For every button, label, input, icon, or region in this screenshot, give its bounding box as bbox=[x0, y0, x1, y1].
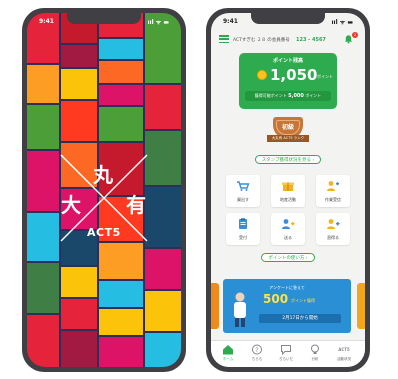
user-plus-icon bbox=[282, 219, 295, 229]
tab-analysis[interactable]: 分析 bbox=[302, 344, 328, 364]
phone-frame-splash: 丸 大 有 ACT5 9:41 ııl ᯤ ▬ bbox=[22, 8, 186, 372]
member-label: ACTすぎむ ２８ の会員番号 bbox=[233, 38, 290, 43]
points-available-unit: ポイント bbox=[305, 93, 322, 98]
hamburger-menu-icon[interactable] bbox=[219, 35, 229, 44]
logo-char-yu: 有 bbox=[126, 193, 146, 217]
tile-5[interactable]: 習得る bbox=[316, 213, 350, 245]
status-time: 9:41 bbox=[39, 18, 54, 25]
tab-label: ちらも bbox=[251, 357, 263, 361]
person-icon bbox=[327, 181, 339, 191]
notification-badge: 2 bbox=[352, 32, 358, 38]
tab-label: ホーム bbox=[222, 357, 234, 361]
svg-text:?: ? bbox=[255, 347, 258, 354]
act5-icon: ACT5 bbox=[338, 347, 350, 352]
banner-line1: アンケートに答えて bbox=[269, 285, 305, 290]
tab-home[interactable]: ホーム bbox=[215, 344, 241, 364]
tab-activity[interactable]: ACT5 活動状況 bbox=[331, 344, 357, 364]
bottom-tab-bar: ホーム ? ちらも ちらいだ 分析 ACT5 活動状況 bbox=[211, 340, 365, 367]
gift-icon bbox=[282, 182, 294, 191]
tab-chat[interactable]: ちらいだ bbox=[273, 344, 299, 364]
tab-label: ちらいだ bbox=[279, 357, 293, 361]
banner-next[interactable] bbox=[357, 283, 365, 329]
rank-ribbon: 大丸有 ACT5 ランク bbox=[267, 135, 309, 142]
rank-badge[interactable]: 初級 大丸有 ACT5 ランク bbox=[267, 117, 309, 147]
tile-label: 作業受信 bbox=[325, 197, 341, 202]
member-number: 123 - 4567 bbox=[296, 36, 326, 43]
points-available-value: 5,000 bbox=[288, 93, 304, 99]
chat-icon bbox=[281, 345, 291, 355]
tile-label: 送る bbox=[284, 235, 292, 240]
logo-wordmark: ACT5 bbox=[87, 226, 121, 239]
points-usage-link[interactable]: ポイントの使い方 › bbox=[261, 253, 315, 262]
points-title: ポイント残高 bbox=[272, 58, 303, 64]
coin-icon bbox=[257, 70, 267, 80]
banner-survey[interactable]: アンケートに答えて 500 ポイント獲得 2月17日から開始 bbox=[223, 279, 351, 333]
logo-char-maru: 丸 bbox=[93, 163, 113, 187]
action-grid: 買出す 地産活動 作業受信 受付 送る 習得る bbox=[226, 175, 350, 247]
points-balance-card[interactable]: ポイント残高 1,050 ポイント 獲得可能ポイント 5,000 ポイント bbox=[239, 53, 337, 109]
banner-date: 2月17日から開始 bbox=[259, 314, 341, 323]
stamp-status-link[interactable]: スタンプ獲得状況を見る › bbox=[255, 155, 321, 164]
notch bbox=[67, 13, 141, 24]
tile-4[interactable]: 送る bbox=[271, 213, 305, 245]
home-icon bbox=[223, 345, 233, 355]
tab-label: 分析 bbox=[311, 357, 319, 361]
tile-0[interactable]: 買出す bbox=[226, 175, 260, 207]
tile-2[interactable]: 作業受信 bbox=[316, 175, 350, 207]
points-available-label: 獲得可能ポイント bbox=[254, 93, 287, 98]
banner-points: 500 bbox=[263, 292, 289, 306]
tile-label: 習得る bbox=[327, 235, 339, 240]
status-icons: ııl ᯤ ▬ bbox=[147, 19, 170, 26]
points-unit: ポイント bbox=[317, 74, 333, 79]
banner-points-unit: ポイント獲得 bbox=[291, 298, 315, 303]
tile-3[interactable]: 受付 bbox=[226, 213, 260, 245]
tile-label: 地産活動 bbox=[280, 197, 296, 202]
person-illustration-icon bbox=[234, 292, 246, 327]
splash-screen: 丸 大 有 ACT5 9:41 ııl ᯤ ▬ bbox=[27, 13, 181, 367]
rank-label: 初級 bbox=[281, 124, 294, 131]
tab-label: 活動状況 bbox=[337, 357, 351, 361]
splash-logo: 丸 大 有 ACT5 bbox=[27, 13, 181, 367]
notch bbox=[251, 13, 325, 24]
tile-1[interactable]: 地産活動 bbox=[271, 175, 305, 207]
logo-char-dai: 大 bbox=[61, 193, 81, 217]
top-bar: ACTすぎむ ２８ の会員番号 123 - 4567 2 bbox=[211, 31, 365, 49]
tab-help[interactable]: ? ちらも bbox=[244, 344, 270, 364]
points-value: 1,050 bbox=[270, 66, 318, 84]
tile-label: 買出す bbox=[237, 197, 249, 202]
status-time: 9:41 bbox=[223, 18, 238, 25]
home-screen: 9:41 ııl ᯤ ▬ ACTすぎむ ２８ の会員番号 123 - 4567 … bbox=[211, 13, 365, 367]
banner-carousel[interactable]: アンケートに答えて 500 ポイント獲得 2月17日から開始 bbox=[211, 279, 365, 335]
question-icon: ? bbox=[252, 344, 262, 355]
bulb-icon bbox=[311, 344, 319, 354]
cart-icon bbox=[237, 181, 250, 191]
tile-label: 受付 bbox=[239, 235, 247, 240]
points-available: 獲得可能ポイント 5,000 ポイント bbox=[245, 91, 331, 101]
phone-frame-home: 9:41 ııl ᯤ ▬ ACTすぎむ ２８ の会員番号 123 - 4567 … bbox=[206, 8, 370, 372]
user-add-icon bbox=[327, 219, 340, 229]
status-icons: ııl ᯤ ▬ bbox=[331, 19, 354, 26]
banner-prev[interactable] bbox=[211, 283, 219, 329]
clipboard-icon bbox=[239, 218, 247, 229]
